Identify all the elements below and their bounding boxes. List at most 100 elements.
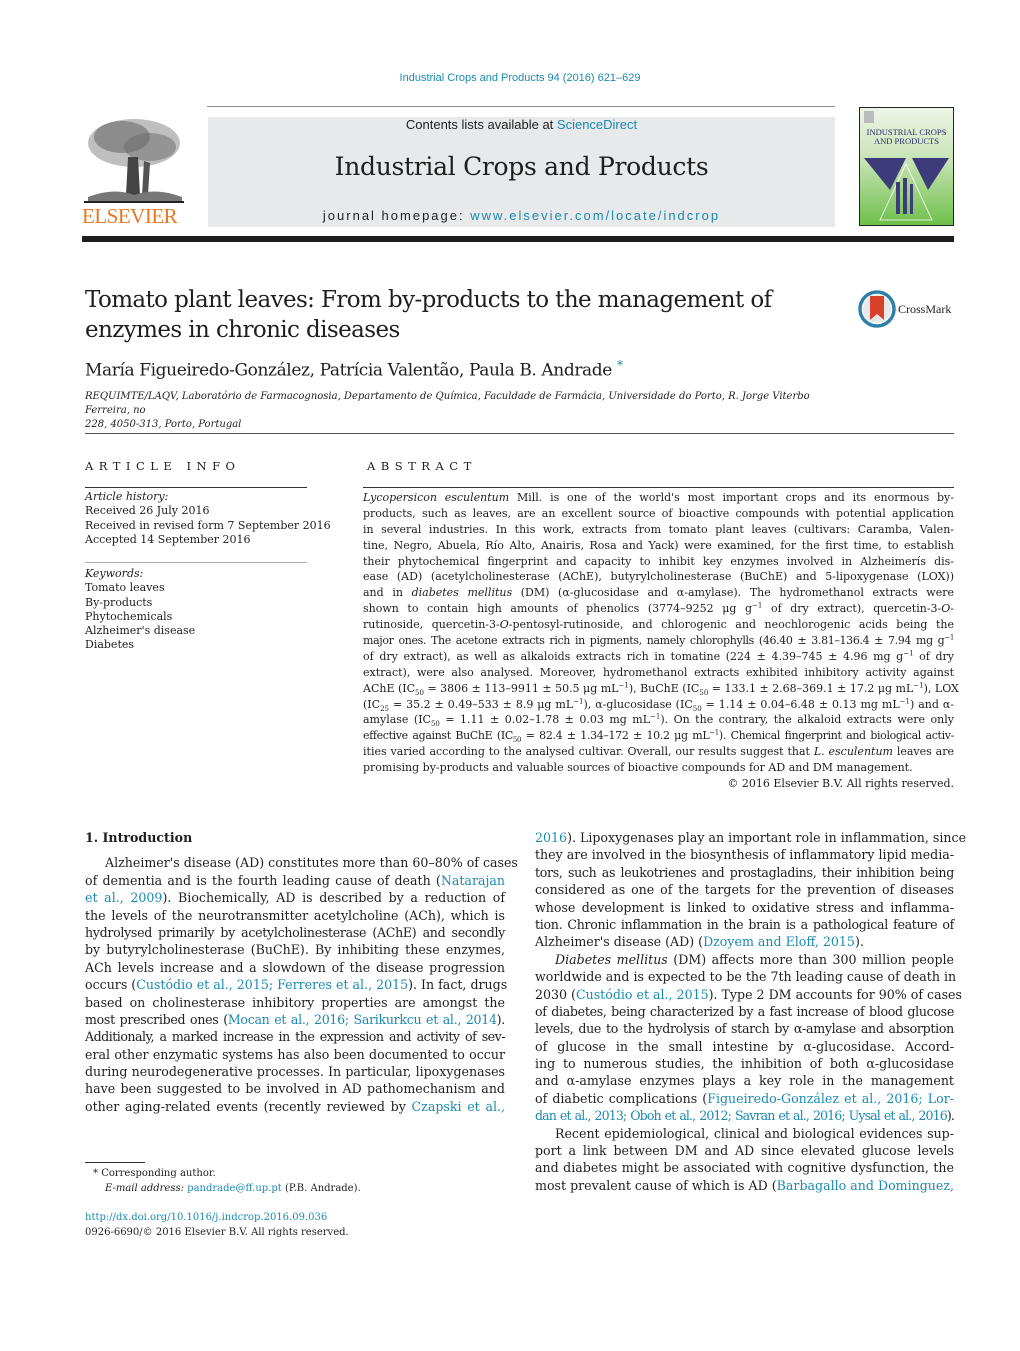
- crossmark-button[interactable]: CrossMark: [858, 290, 958, 330]
- superscript: −1: [903, 649, 914, 658]
- abstract-line: (IC25 = 35.2 ± 0.49–533 ± 8.9 μg mL−1), …: [363, 697, 954, 713]
- text: = 35.2 ± 0.49–533 ± 8.9 μg mL: [388, 697, 574, 711]
- text: = 1.14 ± 0.04–6.48 ± 0.13 mg mL: [701, 697, 900, 711]
- text: ). In fact, drugs: [408, 977, 508, 993]
- body-line: of glucose in the small intestine by α-g…: [535, 1038, 954, 1054]
- abstract-line: of dry extract), as well as alkaloids ex…: [363, 649, 954, 665]
- keywords: Keywords: Tomato leaves By-products Phyt…: [85, 567, 195, 653]
- abstract-line: effective against BuChE (IC50 = 82.4 ± 1…: [363, 728, 954, 744]
- body-line: most prescribed ones (Mocan et al., 2016…: [85, 1011, 505, 1028]
- text: ). Type 2 DM accounts for 90% of cases: [708, 986, 962, 1002]
- text: ). Biochemically, AD is described by a r…: [162, 890, 505, 906]
- text: ), α-glucosidase (IC: [583, 697, 693, 711]
- body-line: worldwide and is expected to be the 7th …: [535, 969, 957, 985]
- author-list: María Figueiredo-González, Patrícia Vale…: [85, 358, 623, 381]
- text: occurs (: [85, 977, 137, 993]
- keyword: Diabetes: [85, 638, 135, 652]
- email-label: E-mail address:: [105, 1182, 184, 1194]
- citation-link[interactable]: 2016: [535, 830, 567, 845]
- citation-link[interactable]: Custódio et al., 2015: [576, 987, 709, 1002]
- text: ).: [854, 934, 864, 950]
- keywords-divider: [85, 562, 307, 563]
- crossmark-label: CrossMark: [898, 302, 952, 316]
- elsevier-logo[interactable]: ELSEVIER: [82, 117, 186, 229]
- abstract-heading: ABSTRACT: [367, 459, 477, 473]
- citation-link[interactable]: Figueiredo-González et al., 2016; Lor-: [707, 1091, 954, 1106]
- abstract-line: tine, Negro, Abuela, Río Alto, Anairis, …: [363, 538, 954, 552]
- body-line: and diabetes might be associated with co…: [535, 1160, 954, 1176]
- journal-homepage-link[interactable]: www.elsevier.com/locate/indcrop: [470, 208, 720, 223]
- body-line: of diabetic complications (Figueiredo-Go…: [535, 1090, 954, 1107]
- text: most prevalent cause of which is AD (: [535, 1177, 777, 1193]
- text: ). Chemical fingerprint and biological a…: [718, 729, 955, 743]
- email-note: E-mail address: pandrade@ff.up.pt (P.B. …: [85, 1182, 361, 1197]
- body-line: considered as one of the targets for the…: [535, 882, 954, 898]
- text: ). On the contrary, the alkaloid extract…: [660, 713, 954, 727]
- text: AChE (IC: [363, 681, 416, 695]
- text: effective against BuChE (IC: [363, 729, 513, 743]
- history-item: Received in revised form 7 September 201…: [85, 518, 331, 532]
- article-info-heading: ARTICLE INFO: [85, 459, 241, 473]
- body-line: 2016). Lipoxygenases play an important r…: [535, 829, 966, 846]
- sciencedirect-link[interactable]: ScienceDirect: [557, 117, 637, 132]
- text: = 82.4 ± 1.34–172 ± 10.2 μg mL: [521, 729, 710, 743]
- abstract-line: AChE (IC50 = 3806 ± 113–9911 ± 50.5 μg m…: [363, 681, 959, 697]
- abstract-line: promising by-products and valuable sourc…: [363, 761, 913, 775]
- body-line: by butyrylcholinesterase (BuChE). By inh…: [85, 942, 505, 958]
- citation-link[interactable]: Custódio et al., 2015; Ferreres et al., …: [136, 977, 408, 992]
- subscript: 50: [415, 688, 424, 697]
- superscript: −1: [618, 681, 629, 690]
- body-line: of dementia and is the fourth leading ca…: [85, 872, 505, 889]
- doi-link[interactable]: http://dx.doi.org/10.1016/j.indcrop.2016…: [85, 1211, 349, 1226]
- citation-link[interactable]: Natarajan: [441, 873, 505, 888]
- text: other aging-related events (recently rev…: [85, 1098, 412, 1114]
- superscript: −1: [573, 696, 584, 705]
- abstract-body: Lycopersicon esculentum Mill. is one of …: [363, 490, 959, 792]
- elsevier-wordmark: ELSEVIER: [82, 204, 178, 228]
- text-italic: diabetes mellitus: [411, 586, 513, 600]
- abstract-line: Lycopersicon esculentum Mill. is one of …: [363, 490, 954, 506]
- body-line: the levels of the neurotransmitter acety…: [85, 907, 505, 923]
- citation-link[interactable]: dan et al., 2013; Oboh et al., 2012; Sav…: [535, 1108, 948, 1123]
- section-heading-introduction: 1. Introduction: [85, 830, 193, 845]
- body-line: during neurodegenerative processes. In p…: [85, 1064, 505, 1080]
- text: shown to contain high amounts of phenoli…: [363, 602, 753, 616]
- body-line: other aging-related events (recently rev…: [85, 1098, 505, 1115]
- subscript: 50: [699, 688, 709, 697]
- header-thick-divider: [82, 236, 954, 242]
- citation-link[interactable]: Barbagallo and Dominguez,: [777, 1178, 954, 1193]
- body-line: occurs (Custódio et al., 2015; Ferreres …: [85, 976, 508, 993]
- corresponding-author-marker[interactable]: *: [617, 358, 623, 372]
- journal-cover-thumbnail[interactable]: INDUSTRIAL CROPS AND PRODUCTS: [859, 107, 954, 226]
- citation-link[interactable]: Dzoyem and Eloff, 2015: [703, 934, 855, 949]
- text: = 1.11 ± 0.02–1.78 ± 0.03 mg mL: [439, 713, 651, 727]
- text: Mill. is one of the world's most importa…: [509, 491, 954, 504]
- affiliation: REQUIMTE/LAQV, Laboratório de Farmacogno…: [85, 390, 835, 432]
- text: rutinoside, quercetin-3-: [363, 618, 500, 632]
- abstract-line: major ones. The acetone extracts rich in…: [363, 633, 954, 649]
- elsevier-tree-icon: [84, 117, 184, 203]
- text: Corresponding author.: [101, 1168, 216, 1179]
- contents-line: Contents lists available at ScienceDirec…: [208, 117, 835, 132]
- citation-link[interactable]: Czapski et al.,: [412, 1099, 505, 1114]
- body-line: port a link between DM and AD since elev…: [535, 1143, 954, 1159]
- body-line: Recent epidemiological, clinical and bio…: [555, 1125, 954, 1141]
- doi-block: http://dx.doi.org/10.1016/j.indcrop.2016…: [85, 1211, 349, 1240]
- text: -: [950, 602, 954, 616]
- citation-link[interactable]: Mocan et al., 2016; Sarikurkcu et al., 2…: [228, 1012, 497, 1027]
- body-line: of diabetes, being characterized by a fa…: [535, 1003, 954, 1019]
- body-line: based on cholinesterase inhibitory prope…: [85, 994, 505, 1010]
- journal-citation-link[interactable]: Industrial Crops and Products 94 (2016) …: [0, 72, 1020, 84]
- keyword: Alzheimer's disease: [85, 624, 196, 638]
- text: ).: [946, 1108, 955, 1124]
- homepage-prefix: journal homepage:: [322, 208, 471, 223]
- text-italic: O: [499, 618, 509, 632]
- email-link[interactable]: pandrade@ff.up.pt: [187, 1183, 282, 1194]
- text: of dry: [913, 649, 955, 663]
- text: of dry extract), as well as alkaloids ex…: [363, 649, 904, 663]
- citation-link[interactable]: et al., 2009: [85, 890, 162, 905]
- superscript: −1: [709, 728, 719, 737]
- footnote-marker: *: [93, 1168, 98, 1179]
- body-line: dan et al., 2013; Oboh et al., 2012; Sav…: [535, 1107, 955, 1124]
